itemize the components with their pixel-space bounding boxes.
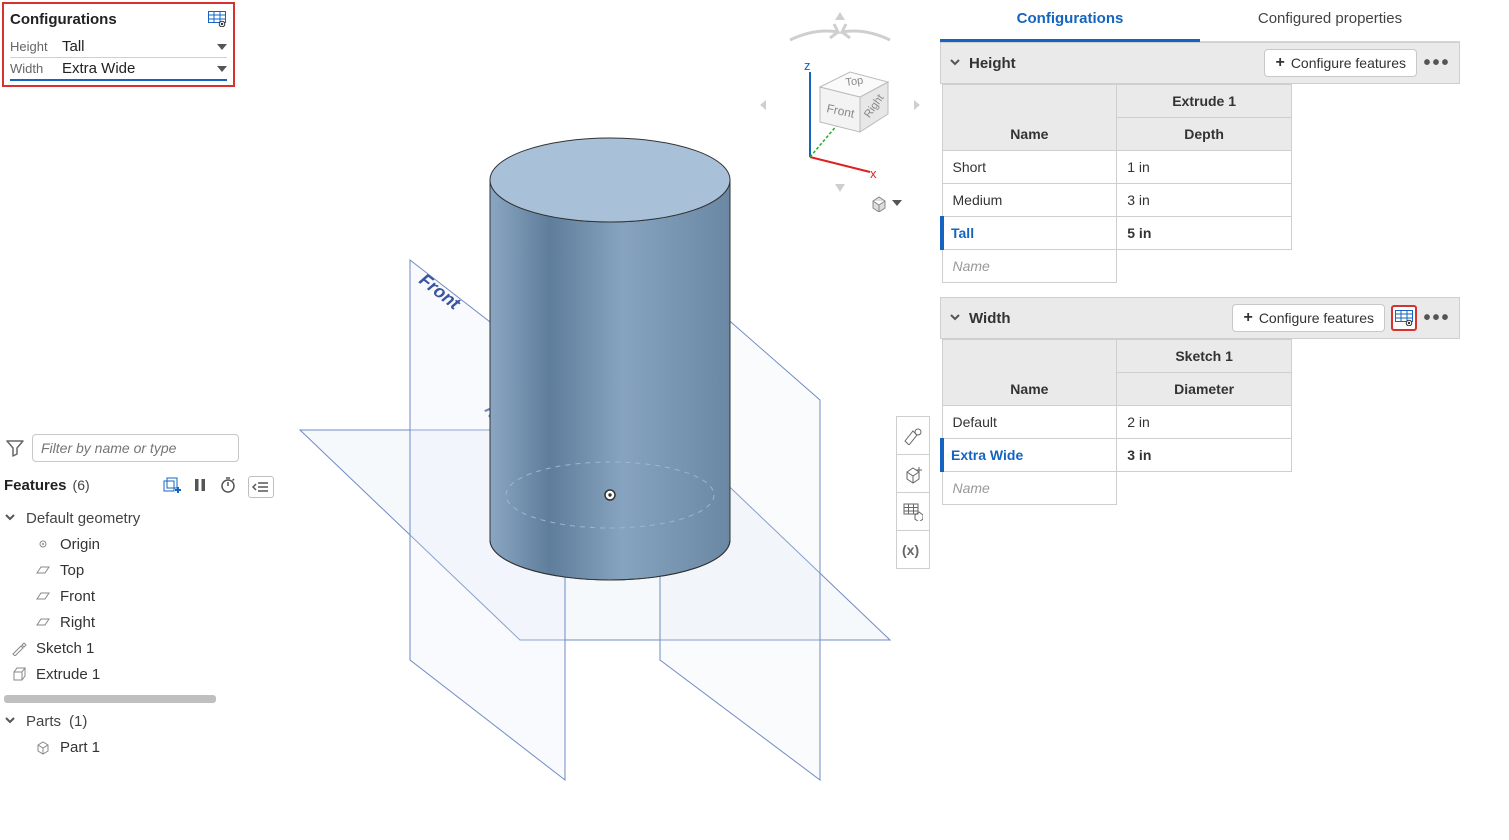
col-feature-header: Sketch 1: [1117, 340, 1292, 373]
chevron-down-icon[interactable]: [949, 310, 963, 326]
config-row-extra-wide[interactable]: Extra Wide 3 in: [942, 439, 1292, 472]
config-panel-title: Configurations: [10, 11, 117, 28]
parts-node[interactable]: Parts (1): [4, 709, 239, 734]
sketch-node[interactable]: Sketch 1: [4, 635, 239, 661]
configure-features-button[interactable]: + Configure features: [1264, 49, 1417, 77]
chevron-down-icon: [4, 713, 18, 730]
feature-filter-input[interactable]: [32, 434, 239, 462]
config-block-height: Height + Configure features ••• Name Ext…: [940, 42, 1460, 283]
col-name-header: Name: [942, 340, 1117, 406]
view-mode-dropdown[interactable]: [870, 194, 902, 212]
parts-label: Parts: [26, 713, 61, 730]
add-part-tool-icon[interactable]: [897, 455, 929, 493]
plane-icon: [34, 561, 52, 579]
height-section-title: Height: [969, 55, 1016, 72]
features-header-label: Features: [4, 477, 67, 494]
chevron-down-icon: [4, 510, 18, 527]
extrude-node[interactable]: Extrude 1: [4, 661, 239, 687]
view-cube[interactable]: z x y Front Right Top: [760, 12, 920, 192]
config-width-label: Width: [10, 61, 62, 76]
filter-icon[interactable]: [4, 437, 26, 459]
top-plane-node[interactable]: Top: [4, 557, 239, 583]
config-table-icon[interactable]: [207, 10, 227, 28]
config-row-new[interactable]: Name: [942, 250, 1292, 283]
front-plane-node[interactable]: Front: [4, 583, 239, 609]
more-options-button[interactable]: •••: [1423, 52, 1451, 75]
chevron-down-icon: [892, 200, 902, 206]
feature-tree-sidebar: Features (6) Default geometry Origin Top…: [4, 434, 239, 760]
col-feature-header: Extrude 1: [1117, 85, 1292, 118]
col-name-header: Name: [942, 85, 1117, 151]
config-height-value: Tall: [62, 38, 85, 55]
config-width-value: Extra Wide: [62, 60, 135, 77]
config-part-tool-icon[interactable]: [897, 493, 929, 531]
pause-rollback-icon[interactable]: [189, 474, 211, 496]
features-count: (6): [73, 477, 90, 493]
origin-icon: [34, 535, 52, 553]
sketch-icon: [10, 639, 28, 657]
parts-count: (1): [69, 713, 87, 730]
svg-text:Top: Top: [845, 75, 864, 89]
plane-icon: [34, 587, 52, 605]
config-height-label: Height: [10, 39, 62, 54]
plane-icon: [34, 613, 52, 631]
viewport-tool-column: (x): [896, 416, 930, 569]
part-node[interactable]: Part 1: [4, 734, 239, 760]
config-block-width: Width + Configure features ••• Name Sket…: [940, 297, 1460, 505]
col-value-header: Diameter: [1117, 373, 1292, 406]
configure-features-button[interactable]: + Configure features: [1232, 304, 1385, 332]
config-row-medium[interactable]: Medium 3 in: [942, 184, 1292, 217]
config-row-new[interactable]: Name: [942, 472, 1292, 505]
config-row-default[interactable]: Default 2 in: [942, 406, 1292, 439]
svg-text:x: x: [870, 166, 877, 181]
config-selector-panel: Configurations Height Tall Width Extra W…: [2, 2, 235, 87]
tab-configured-properties[interactable]: Configured properties: [1200, 0, 1460, 41]
more-options-button[interactable]: •••: [1423, 307, 1451, 330]
chevron-down-icon: [217, 44, 227, 50]
part-icon: [34, 738, 52, 756]
appearance-tool-icon[interactable]: [897, 417, 929, 455]
configurations-properties-panel: Configurations Configured properties Hei…: [940, 0, 1460, 505]
extrude-icon: [10, 665, 28, 683]
add-feature-icon[interactable]: [161, 474, 183, 496]
default-geometry-node[interactable]: Default geometry: [4, 506, 239, 531]
chevron-down-icon: [217, 66, 227, 72]
rollback-bar[interactable]: [4, 695, 216, 703]
config-row-width[interactable]: Width Extra Wide: [10, 58, 227, 81]
right-plane-node[interactable]: Right: [4, 609, 239, 635]
height-config-table: Name Extrude 1 Depth Short 1 in Medium 3…: [940, 84, 1292, 283]
chevron-down-icon[interactable]: [949, 55, 963, 71]
config-row-short[interactable]: Short 1 in: [942, 151, 1292, 184]
svg-text:z: z: [804, 58, 811, 73]
tab-configurations[interactable]: Configurations: [940, 0, 1200, 42]
width-section-title: Width: [969, 310, 1011, 327]
config-row-tall[interactable]: Tall 5 in: [942, 217, 1292, 250]
default-geometry-label: Default geometry: [26, 510, 140, 527]
svg-text:(x): (x): [902, 542, 919, 558]
stopwatch-icon[interactable]: [217, 474, 239, 496]
origin-node[interactable]: Origin: [4, 531, 239, 557]
config-table-icon[interactable]: [1391, 305, 1417, 331]
config-row-height[interactable]: Height Tall: [10, 36, 227, 58]
col-value-header: Depth: [1117, 118, 1292, 151]
width-config-table: Name Sketch 1 Diameter Default 2 in Extr…: [940, 339, 1292, 505]
variable-tool-icon[interactable]: (x): [897, 531, 929, 569]
